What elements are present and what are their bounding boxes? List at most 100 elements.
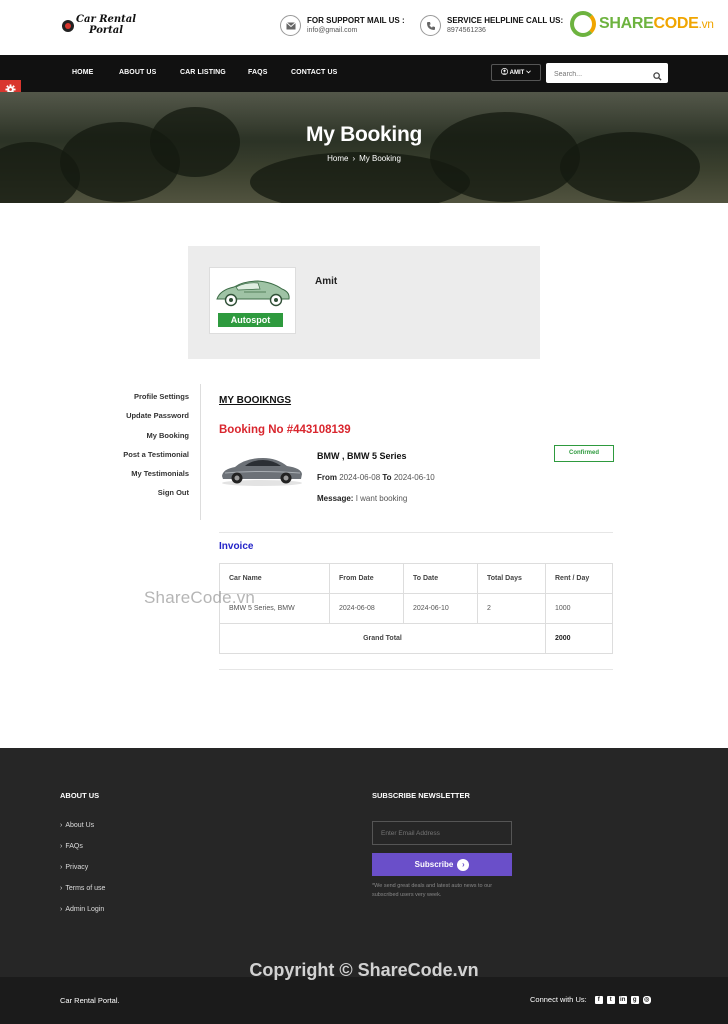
page-title: My Booking — [306, 123, 422, 146]
brand-domain: .vn — [698, 17, 714, 31]
nav-about-us[interactable]: ABOUT US — [119, 69, 156, 76]
newsletter-email-input[interactable] — [372, 821, 512, 845]
sidebar-item-update-password[interactable]: Update Password — [100, 411, 189, 430]
nav-faqs[interactable]: FAQS — [248, 69, 267, 76]
nav-home[interactable]: HOME — [72, 69, 93, 76]
nav-car-listing[interactable]: CAR LISTING — [180, 69, 226, 76]
footer: ABOUT US About Us FAQs Privacy Terms of … — [0, 748, 728, 977]
mail-value[interactable]: info@gmail.com — [307, 27, 405, 34]
sidebar-item-my-booking[interactable]: My Booking — [100, 431, 190, 450]
sharecode-logo-icon — [570, 11, 596, 37]
watermark-copyright: Copyright © ShareCode.vn — [249, 960, 479, 980]
brand-part-b: CODE — [653, 15, 699, 32]
footer-link-privacy[interactable]: Privacy — [60, 864, 105, 885]
logo-emblem-icon — [62, 20, 74, 32]
search-input[interactable] — [546, 64, 646, 85]
invoice-table: Car Name From Date To Date Total Days Re… — [219, 563, 613, 654]
booking-number: Booking No #443108139 — [219, 424, 351, 436]
col-from-date: From Date — [329, 563, 404, 594]
invoice-title: Invoice — [219, 541, 254, 552]
phone-value[interactable]: 8974561236 — [447, 27, 563, 34]
col-rent-per-day: Rent / Day — [545, 563, 613, 594]
phone-title: SERVICE HELPLINE CALL US: — [447, 16, 564, 25]
newsletter-title: SUBSCRIBE NEWSLETTER — [372, 791, 470, 800]
support-phone: SERVICE HELPLINE CALL US: 8974561236 — [420, 15, 563, 36]
watermark: ShareCode.vn — [144, 588, 256, 607]
page-banner: My Booking Home › My Booking — [0, 92, 728, 203]
google-plus-icon[interactable]: g — [630, 995, 639, 1004]
divider — [219, 532, 613, 533]
cell-from-date: 2024-06-08 — [329, 593, 404, 624]
profile-image-tag: Autospot — [218, 313, 283, 327]
user-icon — [500, 68, 508, 77]
user-menu-button[interactable]: AMIT — [491, 64, 541, 81]
site-logo[interactable]: Car Rental Portal — [62, 14, 136, 36]
footer-links: About Us FAQs Privacy Terms of use Admin… — [60, 822, 105, 927]
sidebar-divider — [200, 384, 201, 520]
search-icon[interactable] — [653, 68, 662, 86]
message-label: Message: — [317, 494, 354, 503]
sidebar-item-post-testimonial[interactable]: Post a Testimonial — [100, 450, 189, 469]
col-total-days: Total Days — [477, 563, 546, 594]
cell-rent-per-day: 1000 — [545, 593, 613, 624]
search-box — [546, 63, 668, 86]
sharecode-logo: SHARECODE.vn — [570, 11, 714, 37]
footer-about-title: ABOUT US — [60, 791, 100, 800]
connect-label: Connect with Us: — [530, 995, 587, 1004]
booking-car-image[interactable] — [219, 449, 305, 494]
footer-link-terms[interactable]: Terms of use — [60, 885, 105, 906]
subscribe-button[interactable]: Subscribe › — [372, 853, 512, 876]
from-date: 2024-06-08 — [339, 473, 381, 482]
footer-link-admin-login[interactable]: Admin Login — [60, 906, 105, 927]
phone-icon — [420, 15, 441, 36]
subscribe-label: Subscribe — [414, 860, 454, 869]
sidebar-item-sign-out[interactable]: Sign Out — [100, 488, 189, 507]
table-row: BMW 5 Series, BMW 2024-06-08 2024-06-10 … — [219, 593, 613, 624]
bookings-section-title: MY BOOIKNGS — [219, 395, 292, 406]
footer-link-about-us[interactable]: About Us — [60, 822, 105, 843]
grand-total-label: Grand Total — [219, 623, 546, 654]
sports-car-icon — [216, 280, 290, 307]
support-mail: FOR SUPPORT MAIL US : info@gmail.com — [280, 15, 405, 36]
status-badge: Confirmed — [554, 445, 614, 462]
chevron-right-icon: › — [352, 154, 356, 163]
car-icon — [222, 458, 302, 486]
logo-line-1: Car Rental — [76, 14, 137, 25]
grand-total-value: 2000 — [545, 623, 613, 654]
top-header: Car Rental Portal FOR SUPPORT MAIL US : … — [0, 0, 728, 55]
facebook-icon[interactable]: f — [594, 995, 603, 1004]
table-header-row: Car Name From Date To Date Total Days Re… — [219, 563, 613, 594]
linkedin-icon[interactable]: in — [618, 995, 627, 1004]
chevron-down-icon — [526, 69, 532, 76]
booking-dates: From 2024-06-08 To 2024-06-10 — [317, 473, 435, 482]
cell-to-date: 2024-06-10 — [403, 593, 478, 624]
message-text: I want booking — [355, 494, 408, 503]
col-to-date: To Date — [403, 563, 478, 594]
envelope-icon — [280, 15, 301, 36]
twitter-icon[interactable]: t — [606, 995, 615, 1004]
user-name: AMIT — [509, 69, 525, 76]
profile-name: Amit — [315, 276, 338, 287]
footer-link-faqs[interactable]: FAQs — [60, 843, 105, 864]
from-label: From — [317, 473, 337, 482]
instagram-icon[interactable]: ◎ — [642, 995, 651, 1004]
brand-part-a: SHARE — [599, 15, 654, 32]
sidebar-item-my-testimonials[interactable]: My Testimonials — [100, 469, 189, 488]
cell-total-days: 2 — [477, 593, 546, 624]
arrow-right-icon: › — [457, 858, 470, 871]
to-label: To — [382, 473, 392, 482]
breadcrumb-current: My Booking — [359, 154, 401, 163]
bottom-bar: Car Rental Portal. Connect with Us: f t … — [0, 977, 728, 1024]
sidebar-item-profile-settings[interactable]: Profile Settings — [100, 392, 189, 411]
breadcrumb-home[interactable]: Home — [327, 154, 348, 163]
copyright-name: Car Rental Portal. — [60, 996, 120, 1005]
booking-message: Message: I want booking — [317, 494, 407, 503]
logo-line-2: Portal — [88, 25, 124, 36]
social-links: Connect with Us: f t in g ◎ — [530, 995, 651, 1004]
profile-card: Autospot Amit — [188, 246, 540, 359]
booking-car-model[interactable]: BMW , BMW 5 Series — [317, 451, 407, 461]
divider — [219, 669, 613, 670]
nav-contact-us[interactable]: CONTACT US — [291, 69, 337, 76]
grand-total-row: Grand Total 2000 — [219, 623, 613, 654]
breadcrumb: Home › My Booking — [0, 154, 728, 163]
